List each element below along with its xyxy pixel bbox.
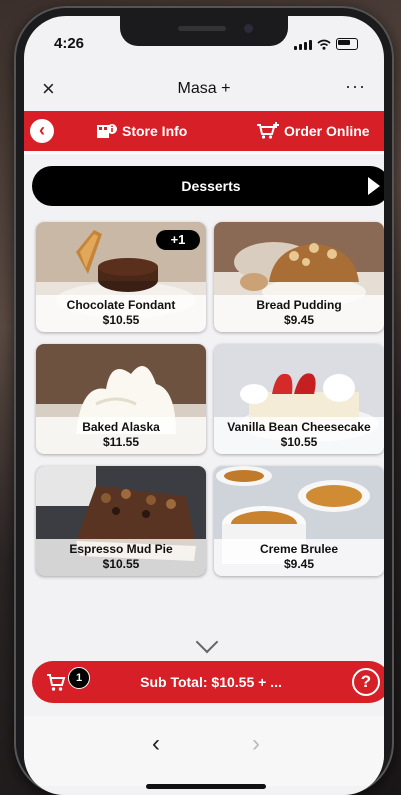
menu-item-name: Vanilla Bean Cheesecake xyxy=(227,420,371,434)
help-icon[interactable]: ? xyxy=(352,668,380,696)
menu-item-label: Bread Pudding $9.45 xyxy=(214,295,384,332)
category-label: Desserts xyxy=(181,178,241,194)
menu-item-price: $10.55 xyxy=(102,557,140,571)
menu-item-price: $9.45 xyxy=(283,557,315,571)
menu-item-name: Baked Alaska xyxy=(82,420,160,434)
speaker xyxy=(178,26,226,31)
menu-item-card[interactable]: Bread Pudding $9.45 xyxy=(214,222,384,332)
tab-store-info[interactable]: Store Info xyxy=(96,111,187,151)
status-time: 4:26 xyxy=(54,35,85,52)
menu-item-name: Bread Pudding xyxy=(256,298,342,312)
menu-item-label: Creme Brulee $9.45 xyxy=(214,539,384,576)
menu-item-label: Chocolate Fondant $10.55 xyxy=(36,295,206,332)
camera xyxy=(244,24,253,33)
browser-nav-bar: ‹ › xyxy=(24,716,384,789)
chevron-left-icon[interactable]: ‹ xyxy=(152,730,160,758)
tab-order-online[interactable]: Order Online xyxy=(256,111,370,151)
menu-item-label: Baked Alaska $11.55 xyxy=(36,417,206,454)
menu-item-name: Chocolate Fondant xyxy=(66,298,176,312)
chevron-down-icon[interactable] xyxy=(195,630,219,654)
page-title: Masa + xyxy=(177,80,231,97)
header-bar: × Masa + ··· xyxy=(24,68,384,110)
menu-item-name: Espresso Mud Pie xyxy=(69,542,173,556)
chevron-right-icon[interactable] xyxy=(368,177,380,195)
menu-item-card[interactable]: Creme Brulee $9.45 xyxy=(214,466,384,576)
back-arrow-icon[interactable]: ‹ xyxy=(30,119,54,143)
chevron-right-icon[interactable]: › xyxy=(252,730,260,758)
menu-item-price: $11.55 xyxy=(102,435,140,449)
cart-subtotal-bar[interactable]: 1 Sub Total: $10.55 + ... ? xyxy=(32,661,384,703)
more-icon[interactable]: ··· xyxy=(345,76,366,97)
menu-item-card[interactable]: Baked Alaska $11.55 xyxy=(36,344,206,454)
menu-item-price: $10.55 xyxy=(280,435,318,449)
tab-order-online-label: Order Online xyxy=(284,123,370,139)
wifi-icon xyxy=(317,39,331,50)
menu-item-card[interactable]: Vanilla Bean Cheesecake $10.55 xyxy=(214,344,384,454)
menu-item-price: $9.45 xyxy=(283,313,315,327)
status-icons xyxy=(294,38,358,50)
app-screen: 4:26 × Masa + ··· ‹ Store Info Order Onl… xyxy=(24,16,384,795)
battery-icon xyxy=(336,38,358,50)
cart-plus-icon xyxy=(257,122,279,139)
phone-notch xyxy=(120,16,288,46)
home-indicator[interactable] xyxy=(146,784,266,789)
menu-item-card[interactable]: +1 Chocolate Fondant $10.55 xyxy=(36,222,206,332)
menu-item-label: Espresso Mud Pie $10.55 xyxy=(36,539,206,576)
menu-item-card[interactable]: Espresso Mud Pie $10.55 xyxy=(36,466,206,576)
phone-frame: 4:26 × Masa + ··· ‹ Store Info Order Onl… xyxy=(14,6,394,795)
store-tabs-bar: ‹ Store Info Order Online xyxy=(24,111,384,154)
active-tab-indicator xyxy=(230,151,380,154)
menu-item-label: Vanilla Bean Cheesecake $10.55 xyxy=(214,417,384,454)
quantity-badge: +1 xyxy=(156,230,200,250)
category-selector[interactable]: Desserts xyxy=(32,166,384,206)
signal-icon xyxy=(294,40,312,50)
tab-store-info-label: Store Info xyxy=(122,123,188,139)
store-info-icon xyxy=(97,124,117,138)
menu-item-price: $10.55 xyxy=(102,313,140,327)
menu-item-name: Creme Brulee xyxy=(259,542,339,556)
subtotal-text[interactable]: Sub Total: $10.55 + ... xyxy=(32,674,384,690)
